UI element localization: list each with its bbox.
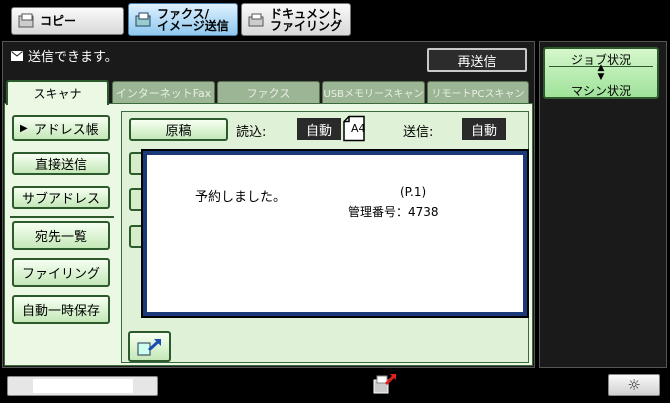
mode-filing-label-1: ドキュメント [270,6,343,21]
document-filing-icon [248,13,264,26]
fax-image-send-icon [135,12,151,26]
job-send-indicator-icon[interactable] [372,372,398,396]
direct-send-button[interactable]: 直接送信 [12,152,110,175]
dialog-message: 予約しました。 [195,190,287,205]
toggle-updown-icon: ▲ ▼ [597,63,605,82]
read-label: 読込: [236,125,267,140]
brightness-button[interactable]: ☼ [608,374,660,396]
paper-size-label: A4 [351,122,366,135]
address-book-label: アドレス帳 [33,122,99,138]
progress-bar [7,376,158,396]
mode-fax-label-2: イメージ送信 [157,18,229,33]
divider [10,216,114,218]
mail-icon [11,51,23,61]
mode-fax-image-send-button[interactable]: ファクス/ イメージ送信 [128,3,238,36]
mode-fax-label-1: ファクス/ [157,6,210,21]
send-arrow-icon [137,338,161,355]
address-book-button[interactable]: ▶ アドレス帳 [12,115,110,141]
read-value: 自動 [297,118,341,140]
tab-internet-fax[interactable]: インターネットFax [112,81,215,103]
mode-filing-label-2: ファイリング [270,18,343,33]
mode-document-filing-button[interactable]: ドキュメント ファイリング [241,3,351,36]
progress-bar-fill [33,379,133,393]
status-bar: 送信できます。 再送信 [4,43,533,76]
play-arrow-icon: ▶ [20,122,28,134]
resend-button[interactable]: 再送信 [427,48,527,72]
tab-scanner[interactable]: スキャナ [6,80,109,105]
copy-icon [18,13,34,28]
send-shortcut-button[interactable] [128,331,171,362]
brightness-icon: ☼ [627,376,641,394]
tab-usb-scan[interactable]: USBメモリースキャン [322,81,425,103]
send-label: 送信: [403,125,434,140]
original-button[interactable]: 原稿 [129,118,228,141]
job-status-button[interactable]: ジョブ状況 ▲ ▼ マシン状況 [543,47,659,99]
dialog-page: (P.1) [400,185,427,199]
auto-temp-save-button[interactable]: 自動一時保存 [12,295,110,324]
tab-remote-pc-scan[interactable]: リモートPCスキャン [427,81,529,103]
filing-button[interactable]: ファイリング [12,258,110,287]
send-value: 自動 [462,118,506,140]
mode-copy-button[interactable]: コピー [11,7,124,35]
machine-status-label: マシン状況 [570,84,631,98]
dialog-management-number: 管理番号：4738 [348,205,439,219]
status-message: 送信できます。 [28,50,118,65]
destination-list-button[interactable]: 宛先一覧 [12,221,110,250]
mode-copy-label: コピー [40,14,77,28]
reservation-dialog [143,151,527,316]
sub-address-button[interactable]: サブアドレス [12,186,110,209]
tab-fax[interactable]: ファクス [217,81,320,103]
